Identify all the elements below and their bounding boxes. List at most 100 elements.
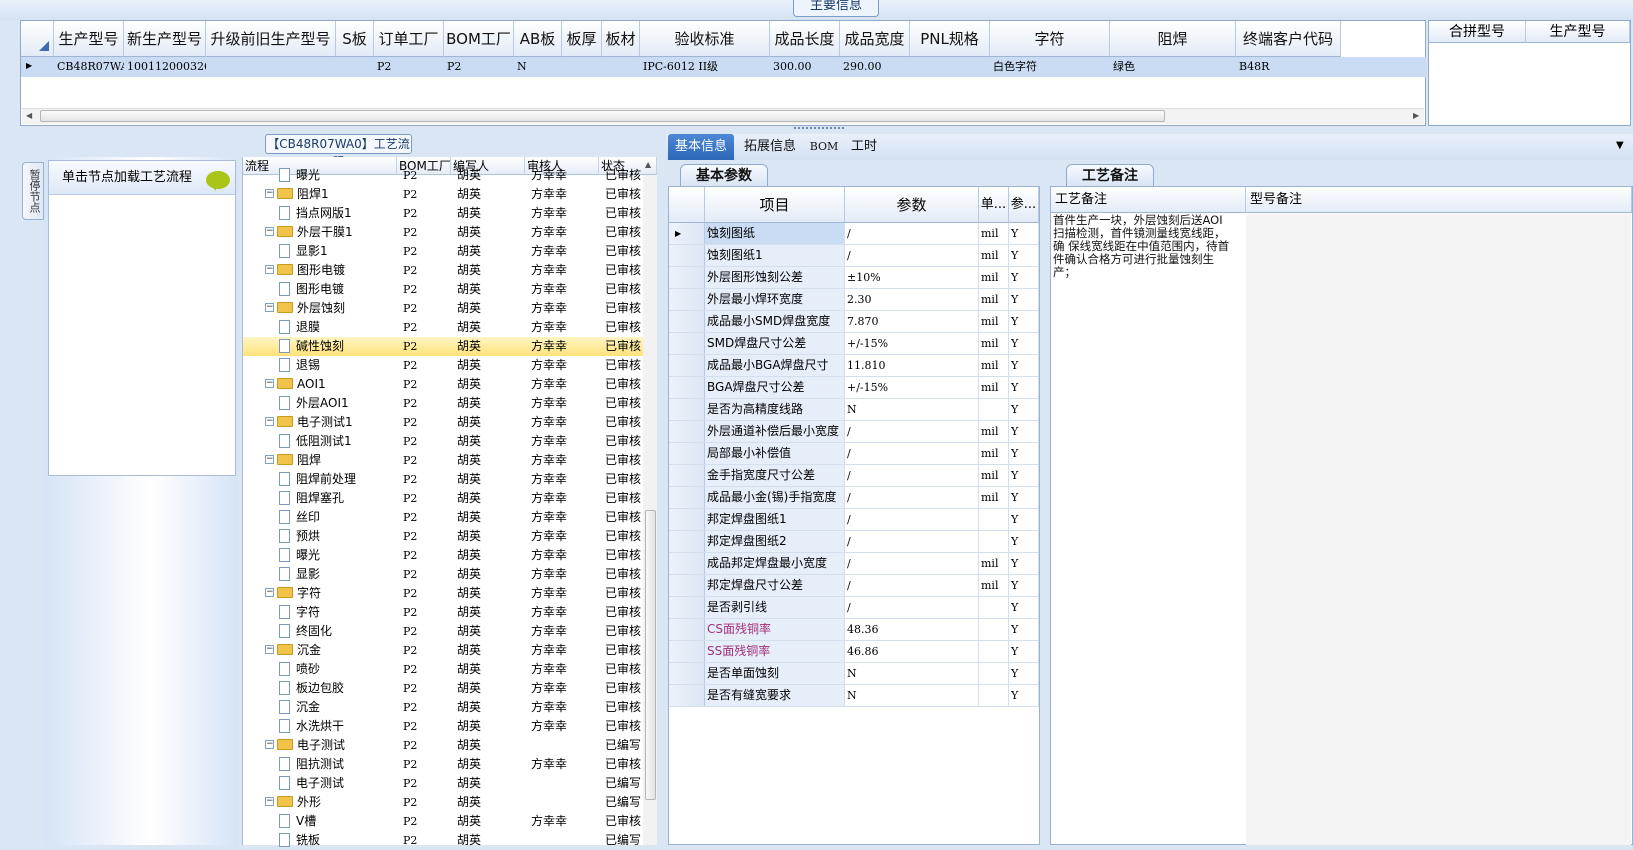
param-unit[interactable]: mil <box>979 289 1009 310</box>
tree-row[interactable]: − 电子测试 P2 胡英 已编写 <box>243 736 643 755</box>
param-value[interactable]: / <box>845 245 979 266</box>
tree-row[interactable]: 外层AOI1 P2 胡英 方幸幸 已审核 <box>243 394 643 413</box>
param-value[interactable]: / <box>845 421 979 442</box>
param-item[interactable]: 成品邦定焊盘最小宽度 <box>705 553 845 574</box>
cell-customer-code[interactable]: B48R <box>1236 57 1341 77</box>
param-item[interactable]: 外层最小焊环宽度 <box>705 289 845 310</box>
param-unit[interactable]: mil <box>979 421 1009 442</box>
param-unit[interactable]: mil <box>979 267 1009 288</box>
cell-material[interactable] <box>602 57 640 77</box>
param-item[interactable]: 是否为高精度线路 <box>705 399 845 420</box>
param-item[interactable]: 是否单面蚀刻 <box>705 663 845 684</box>
tree-row[interactable]: − 字符 P2 胡英 方幸幸 已审核 <box>243 584 643 603</box>
header-production-model[interactable]: 生产型号 <box>54 21 124 57</box>
params-header-item[interactable]: 项目 <box>705 187 845 223</box>
collapse-icon[interactable]: − <box>265 645 274 654</box>
param-item[interactable]: SMD焊盘尺寸公差 <box>705 333 845 354</box>
param-flag[interactable]: Y <box>1009 641 1039 662</box>
model-notes-area[interactable] <box>1246 214 1631 845</box>
param-item[interactable]: 是否剥引线 <box>705 597 845 618</box>
param-row[interactable]: 是否有缝宽要求 N Y <box>669 685 1039 707</box>
param-value[interactable]: 11.810 <box>845 355 979 376</box>
param-value[interactable]: / <box>845 531 979 552</box>
tree-row[interactable]: 字符 P2 胡英 方幸幸 已审核 <box>243 603 643 622</box>
row-indicator[interactable] <box>669 399 705 420</box>
param-item[interactable]: 蚀刻图纸 <box>705 223 845 244</box>
header-solder-mask[interactable]: 阻焊 <box>1110 21 1236 57</box>
row-indicator[interactable] <box>669 443 705 464</box>
param-unit[interactable]: mil <box>979 223 1009 244</box>
param-item[interactable]: BGA焊盘尺寸公差 <box>705 377 845 398</box>
cell-production-model[interactable]: CB48R07WA0 <box>54 57 124 77</box>
param-value[interactable]: / <box>845 465 979 486</box>
cell-old-production-model[interactable] <box>206 57 336 77</box>
scroll-right-icon[interactable]: ▶ <box>1413 111 1419 120</box>
collapse-icon[interactable]: − <box>265 740 274 749</box>
cell-order-factory[interactable]: P2 <box>374 57 444 77</box>
param-flag[interactable]: Y <box>1009 663 1039 684</box>
row-indicator[interactable] <box>669 575 705 596</box>
row-indicator[interactable] <box>669 333 705 354</box>
param-row[interactable]: 外层图形蚀刻公差 ±10% mil Y <box>669 267 1039 289</box>
tree-row[interactable]: − 阻焊1 P2 胡英 方幸幸 已审核 <box>243 185 643 204</box>
tree-row[interactable]: 阻抗测试 P2 胡英 方幸幸 已审核 <box>243 755 643 774</box>
param-row[interactable]: 是否单面蚀刻 N Y <box>669 663 1039 685</box>
param-unit[interactable] <box>979 399 1009 420</box>
param-item[interactable]: 成品最小BGA焊盘尺寸 <box>705 355 845 376</box>
param-unit[interactable]: mil <box>979 553 1009 574</box>
header-ab-board[interactable]: AB板 <box>514 21 562 57</box>
merge-header-combined-model[interactable]: 合拼型号 <box>1429 21 1526 43</box>
row-indicator[interactable] <box>669 641 705 662</box>
cell-thickness[interactable] <box>562 57 602 77</box>
param-value[interactable]: N <box>845 399 979 420</box>
param-row[interactable]: 金手指宽度尺寸公差 / mil Y <box>669 465 1039 487</box>
param-value[interactable]: / <box>845 597 979 618</box>
scroll-up-icon[interactable]: ▲ <box>645 160 651 169</box>
tree-row[interactable]: − 外层干膜1 P2 胡英 方幸幸 已审核 <box>243 223 643 242</box>
splitter-grip-icon[interactable] <box>794 127 844 131</box>
cell-s-board[interactable] <box>336 57 374 77</box>
cell-bom-factory[interactable]: P2 <box>444 57 514 77</box>
tree-row[interactable]: − 外层蚀刻 P2 胡英 方幸幸 已审核 <box>243 299 643 318</box>
header-bom-factory[interactable]: BOM工厂 <box>444 21 514 57</box>
cell-acceptance-standard[interactable]: IPC-6012 II级 <box>640 57 770 77</box>
cell-finished-length[interactable]: 300.00 <box>770 57 840 77</box>
tree-row[interactable]: 沉金 P2 胡英 方幸幸 已审核 <box>243 698 643 717</box>
cell-pnl-spec[interactable] <box>910 57 990 77</box>
row-indicator[interactable] <box>669 311 705 332</box>
tree-row[interactable]: 曝光 P2 胡英 方幸幸 已审核 <box>243 166 643 185</box>
notes-header-process[interactable]: 工艺备注 <box>1051 187 1246 213</box>
tab-bom[interactable]: BOM <box>806 134 842 160</box>
merge-header-production-model[interactable]: 生产型号 <box>1526 21 1630 43</box>
param-item[interactable]: 邦定焊盘图纸1 <box>705 509 845 530</box>
main-info-hscroll-thumb[interactable] <box>40 110 1165 122</box>
param-item[interactable]: CS面残铜率 <box>705 619 845 640</box>
tree-row[interactable]: 碱性蚀刻 P2 胡英 方幸幸 已审核 <box>243 337 643 356</box>
param-value[interactable]: 2.30 <box>845 289 979 310</box>
param-flag[interactable]: Y <box>1009 223 1039 244</box>
collapse-icon[interactable]: − <box>265 455 274 464</box>
row-indicator[interactable] <box>669 421 705 442</box>
collapse-icon[interactable]: − <box>265 588 274 597</box>
tree-row[interactable]: 退锡 P2 胡英 方幸幸 已审核 <box>243 356 643 375</box>
param-flag[interactable]: Y <box>1009 355 1039 376</box>
tree-row[interactable]: 阻焊塞孔 P2 胡英 方幸幸 已审核 <box>243 489 643 508</box>
param-value[interactable]: / <box>845 553 979 574</box>
row-indicator[interactable]: ▶ <box>669 223 705 244</box>
collapse-icon[interactable]: − <box>265 417 274 426</box>
param-item[interactable]: 成品最小金(锡)手指宽度 <box>705 487 845 508</box>
params-header-unit[interactable]: 单... <box>979 187 1009 223</box>
scroll-left-icon[interactable]: ◀ <box>26 111 32 120</box>
tree-row[interactable]: − 阻焊 P2 胡英 方幸幸 已审核 <box>243 451 643 470</box>
tree-row[interactable]: 终固化 P2 胡英 方幸幸 已审核 <box>243 622 643 641</box>
header-new-production-model[interactable]: 新生产型号 <box>124 21 206 57</box>
param-row[interactable]: 成品邦定焊盘最小宽度 / mil Y <box>669 553 1039 575</box>
param-unit[interactable] <box>979 509 1009 530</box>
merge-grid[interactable]: 合拼型号 生产型号 <box>1428 20 1631 126</box>
tree-row[interactable]: 水洗烘干 P2 胡英 方幸幸 已审核 <box>243 717 643 736</box>
param-row[interactable]: 成品最小BGA焊盘尺寸 11.810 mil Y <box>669 355 1039 377</box>
tree-row[interactable]: − 沉金 P2 胡英 方幸幸 已审核 <box>243 641 643 660</box>
process-tree[interactable]: 流程 BOM工厂 编写人 审核人 状态 曝光 P2 胡英 方幸幸 已审核 − 阻焊1 P2 胡英… <box>242 157 657 847</box>
header-finished-width[interactable]: 成品宽度 <box>840 21 910 57</box>
row-indicator[interactable] <box>669 487 705 508</box>
